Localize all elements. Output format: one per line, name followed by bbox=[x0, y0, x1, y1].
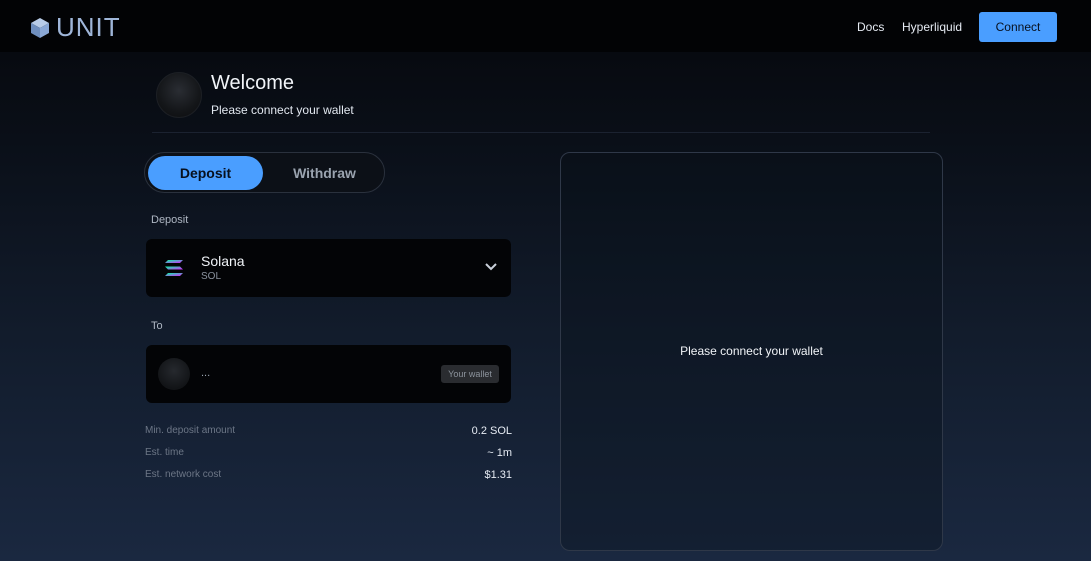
asset-name: Solana bbox=[201, 253, 245, 269]
solana-icon bbox=[165, 260, 183, 276]
deposit-section-label: Deposit bbox=[151, 214, 189, 226]
info-row-min-deposit: Min. deposit amount 0.2 SOL bbox=[145, 425, 512, 439]
destination-wallet-field: ... Your wallet bbox=[146, 345, 511, 403]
info-label: Est. time bbox=[145, 447, 184, 458]
logo-text: UNIT bbox=[56, 12, 121, 42]
connect-wallet-message: Please connect your wallet bbox=[680, 344, 823, 358]
your-wallet-badge: Your wallet bbox=[441, 365, 499, 383]
nav-hyperliquid-link[interactable]: Hyperliquid bbox=[902, 20, 962, 34]
welcome-subtitle: Please connect your wallet bbox=[211, 103, 354, 117]
deposit-withdraw-tabs: Deposit Withdraw bbox=[144, 152, 385, 193]
chevron-down-icon[interactable] bbox=[484, 260, 498, 274]
user-avatar bbox=[156, 72, 202, 118]
unit-logo[interactable]: UNIT bbox=[28, 12, 121, 43]
info-label: Est. network cost bbox=[145, 469, 222, 480]
asset-selector[interactable]: Solana SOL bbox=[146, 239, 511, 297]
info-value: ~ 1m bbox=[487, 447, 512, 459]
info-value: $1.31 bbox=[484, 469, 512, 481]
info-value: 0.2 SOL bbox=[471, 425, 512, 437]
asset-ticker: SOL bbox=[201, 271, 222, 282]
top-navigation-bar: UNIT Docs Hyperliquid Connect bbox=[0, 0, 1091, 52]
info-label: Min. deposit amount bbox=[145, 425, 236, 436]
wallet-address: ... bbox=[201, 367, 211, 379]
nav-docs-link[interactable]: Docs bbox=[857, 20, 884, 34]
wallet-avatar bbox=[158, 358, 190, 390]
info-row-network-cost: Est. network cost $1.31 bbox=[145, 469, 512, 483]
to-section-label: To bbox=[151, 320, 163, 332]
header-divider bbox=[152, 132, 930, 133]
info-row-est-time: Est. time ~ 1m bbox=[145, 447, 512, 461]
tab-withdraw[interactable]: Withdraw bbox=[267, 156, 382, 190]
connect-button[interactable]: Connect bbox=[979, 12, 1057, 42]
cube-logo-icon bbox=[31, 17, 49, 38]
tab-deposit[interactable]: Deposit bbox=[148, 156, 263, 190]
welcome-title: Welcome bbox=[211, 72, 294, 94]
wallet-status-panel: Please connect your wallet bbox=[560, 152, 943, 551]
